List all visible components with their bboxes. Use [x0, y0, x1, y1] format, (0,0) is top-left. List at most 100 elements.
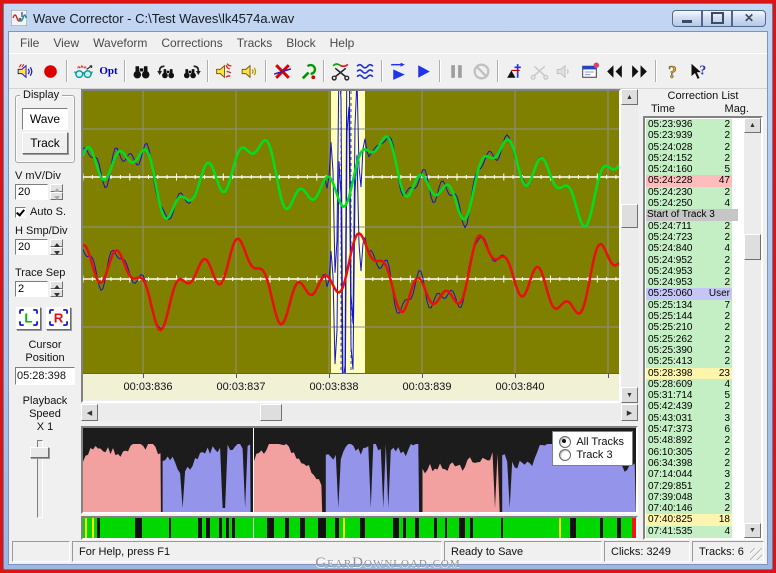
trace-sep-input[interactable]: [15, 281, 48, 297]
scroll-down-icon[interactable]: ▼: [621, 387, 638, 403]
close-button[interactable]: ✕: [732, 10, 766, 27]
fast-forward-icon[interactable]: [627, 59, 652, 84]
track-marker-row[interactable]: Start of Track 3: [646, 209, 738, 220]
scroll-left-icon[interactable]: ◀: [81, 404, 98, 421]
correction-row[interactable]: 05:24:22847: [646, 175, 732, 186]
smooth-filter-icon[interactable]: [353, 59, 378, 84]
radio-track-3[interactable]: Track 3: [559, 449, 624, 461]
correction-row[interactable]: 07:40:82518: [646, 514, 732, 525]
correction-row[interactable]: 05:24:7112: [646, 221, 732, 232]
correction-row[interactable]: 05:24:2302: [646, 187, 732, 198]
correction-row[interactable]: 05:25:2622: [646, 334, 732, 345]
left-channel-button[interactable]: L: [16, 307, 41, 330]
play-original-icon[interactable]: [212, 59, 237, 84]
play-icon[interactable]: [411, 59, 436, 84]
correction-row[interactable]: 05:24:7232: [646, 232, 732, 243]
list-scrollbar-thumb[interactable]: [744, 234, 761, 260]
correction-row[interactable]: 05:24:9522: [646, 255, 732, 266]
correction-row[interactable]: 05:28:39823: [646, 368, 732, 379]
correction-row[interactable]: 05:25:2102: [646, 322, 732, 333]
find-previous-icon[interactable]: [154, 59, 179, 84]
spin-down-icon[interactable]: [50, 192, 63, 200]
v-div-input[interactable]: [15, 184, 48, 200]
correction-row[interactable]: 05:42:4392: [646, 401, 732, 412]
context-help-icon[interactable]: [685, 59, 710, 84]
monitor-speaker-icon[interactable]: [13, 59, 38, 84]
correction-row[interactable]: 05:24:2504: [646, 198, 732, 209]
horizontal-scrollbar-track[interactable]: [98, 404, 621, 421]
waveform-canvas[interactable]: [83, 91, 619, 373]
find-next-icon[interactable]: [179, 59, 204, 84]
correction-row[interactable]: 05:25:3902: [646, 345, 732, 356]
scroll-up-icon[interactable]: ▲: [621, 89, 638, 105]
correction-row[interactable]: 05:24:8404: [646, 243, 732, 254]
slider-thumb[interactable]: [30, 447, 49, 458]
v-div-spinner[interactable]: [50, 184, 63, 200]
correction-row[interactable]: 05:24:0282: [646, 142, 732, 153]
right-channel-button[interactable]: R: [46, 307, 71, 330]
vertical-scrollbar[interactable]: ▲ ▼: [621, 89, 638, 403]
list-scrollbar-track[interactable]: [744, 133, 761, 523]
menu-corrections[interactable]: Corrections: [154, 33, 229, 53]
delete-correction-icon[interactable]: [270, 59, 295, 84]
vertical-scrollbar-thumb[interactable]: [621, 204, 638, 228]
cut-icon[interactable]: [527, 59, 552, 84]
list-scrollbar[interactable]: ▲ ▼: [744, 118, 761, 538]
h-div-spinner[interactable]: [50, 239, 63, 255]
stop-icon[interactable]: [469, 59, 494, 84]
auto-s-checkbox[interactable]: [15, 207, 26, 218]
correction-row[interactable]: 05:24:1605: [646, 164, 732, 175]
cursor-marker-icon[interactable]: [502, 59, 527, 84]
help-icon[interactable]: [660, 59, 685, 84]
menu-block[interactable]: Block: [279, 33, 322, 53]
spin-down-icon[interactable]: [50, 289, 63, 297]
play-from-cursor-icon[interactable]: [386, 59, 411, 84]
correction-row[interactable]: 05:48:8922: [646, 435, 732, 446]
correction-row[interactable]: 06:10:3052: [646, 447, 732, 458]
trace-sep-spinner[interactable]: [50, 281, 63, 297]
spin-up-icon[interactable]: [50, 239, 63, 247]
correction-row[interactable]: 05:24:9532: [646, 266, 732, 277]
correction-row[interactable]: 07:29:8512: [646, 481, 732, 492]
correction-row[interactable]: 07:39:0483: [646, 492, 732, 503]
correction-row[interactable]: 05:25:060User: [646, 288, 732, 299]
mute-icon[interactable]: [552, 59, 577, 84]
correction-row[interactable]: 05:24:9532: [646, 277, 732, 288]
resize-grip[interactable]: [750, 548, 762, 560]
correction-row[interactable]: 05:25:4132: [646, 356, 732, 367]
title-bar[interactable]: Wave Corrector - C:\Test Waves\lk4574a.w…: [8, 6, 768, 30]
spin-up-icon[interactable]: [50, 281, 63, 289]
playback-speed-slider[interactable]: [29, 440, 49, 518]
cut-block-icon[interactable]: [328, 59, 353, 84]
waveform-display[interactable]: 00:03:83600:03:83700:03:83800:03:83900:0…: [81, 89, 621, 403]
correction-row[interactable]: 07:40:1462: [646, 503, 732, 514]
properties-icon[interactable]: [577, 59, 602, 84]
scan-waveform-icon[interactable]: [71, 59, 96, 84]
correction-row[interactable]: 05:23:9392: [646, 130, 732, 141]
correction-row[interactable]: 05:25:1442: [646, 311, 732, 322]
correction-row[interactable]: 07:41:8732: [646, 537, 732, 538]
track-button[interactable]: Track: [22, 132, 68, 154]
correction-row[interactable]: 05:23:9362: [646, 119, 732, 130]
spin-down-icon[interactable]: [50, 247, 63, 255]
correction-row[interactable]: 07:14:0443: [646, 469, 732, 480]
horizontal-scrollbar[interactable]: ◀ ▶: [81, 404, 638, 421]
horizontal-scrollbar-thumb[interactable]: [260, 404, 282, 421]
correction-row[interactable]: 05:47:3736: [646, 424, 732, 435]
menu-tracks[interactable]: Tracks: [230, 33, 280, 53]
track-strip[interactable]: [81, 516, 638, 540]
correction-row[interactable]: 06:34:3982: [646, 458, 732, 469]
record-icon[interactable]: [38, 59, 63, 84]
correction-row[interactable]: 05:31:7145: [646, 390, 732, 401]
radio-all-tracks[interactable]: All Tracks: [559, 436, 624, 448]
h-div-input[interactable]: [15, 239, 48, 255]
scroll-right-icon[interactable]: ▶: [621, 404, 638, 421]
minimize-button[interactable]: [672, 10, 702, 27]
find-icon[interactable]: [129, 59, 154, 84]
menu-help[interactable]: Help: [323, 33, 362, 53]
options-icon[interactable]: Opt: [96, 59, 121, 84]
list-scroll-up-icon[interactable]: ▲: [744, 118, 761, 133]
menu-waveform[interactable]: Waveform: [86, 33, 154, 53]
menu-file[interactable]: File: [13, 33, 46, 53]
menu-view[interactable]: View: [46, 33, 86, 53]
